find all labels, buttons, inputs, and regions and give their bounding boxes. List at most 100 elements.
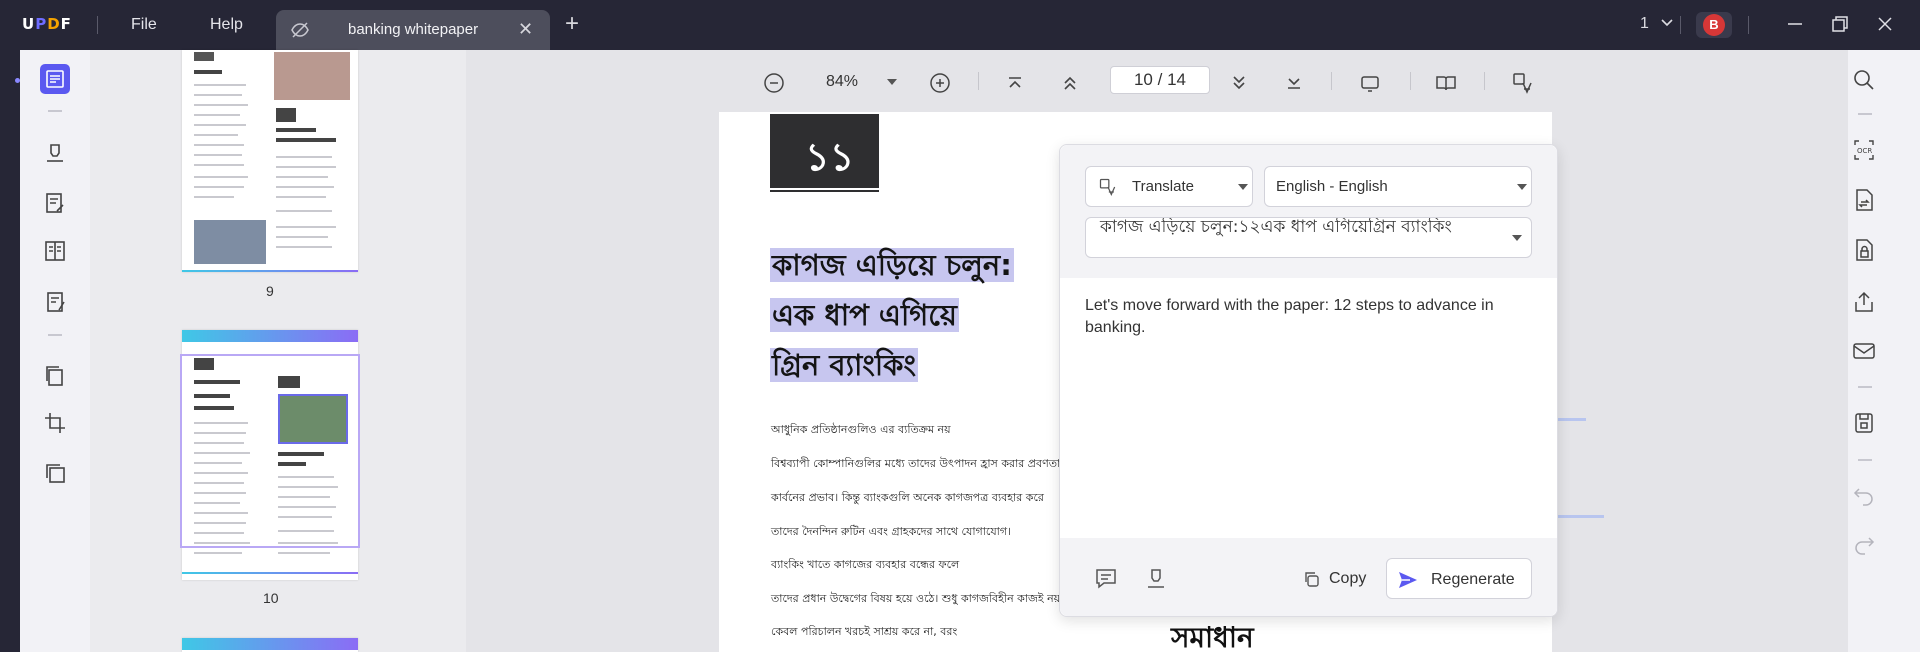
left-strip	[0, 50, 20, 652]
page-display-icon[interactable]	[1434, 71, 1458, 95]
ocr-icon[interactable]: OCR	[1851, 137, 1877, 163]
section-number-box: ১১	[770, 116, 879, 188]
section-number: ১১	[805, 135, 855, 179]
zoom-dropdown-icon[interactable]	[887, 79, 897, 85]
source-text-field[interactable]: কাগজ এড়িয়ে চলুন:১২এক ধাপ এগিয়েগ্রিন ব…	[1085, 217, 1532, 258]
translation-result: Let's move forward with the paper: 12 st…	[1085, 297, 1494, 336]
tab-title: banking whitepaper	[348, 21, 479, 38]
section-heading: সমাধান	[1171, 621, 1254, 652]
close-window-icon[interactable]	[1873, 12, 1897, 36]
total-pages: 14	[1167, 70, 1187, 89]
body-text-line: তাদের দৈনন্দিন রুটিন এবং গ্রাহকদের সাথে …	[771, 525, 1012, 538]
highlighter-icon[interactable]	[41, 139, 69, 167]
zoom-level[interactable]: 84%	[826, 73, 858, 91]
page-thumbnail-11[interactable]	[182, 638, 358, 652]
last-page-icon[interactable]	[1282, 71, 1306, 95]
search-icon[interactable]	[1851, 67, 1877, 93]
chevron-down-icon[interactable]	[1659, 14, 1675, 30]
save-icon[interactable]	[1851, 410, 1877, 436]
decorative-line	[1556, 515, 1604, 518]
translate-icon[interactable]	[1511, 71, 1535, 95]
copy-label: Copy	[1329, 570, 1367, 587]
organize-pages-icon[interactable]	[41, 362, 69, 390]
edit-pdf-icon[interactable]	[41, 189, 69, 217]
thumbnail-label-9: 9	[266, 283, 274, 299]
divider	[1748, 16, 1749, 34]
heading-line-2[interactable]: এক ধাপ এগিয়ে	[770, 295, 959, 335]
body-text-line: তাদের প্রধান উদ্বেগের বিষয় হয়ে ওঠে। শু…	[771, 592, 1064, 605]
source-text: কাগজ এড়িয়ে চলুন:১২এক ধাপ এগিয়েগ্রিন ব…	[1100, 217, 1452, 237]
heading-line-3[interactable]: গ্রিন ব্যাংকিং	[770, 345, 918, 385]
crop-icon[interactable]	[41, 409, 69, 437]
translate-popup: Translate English - English কাগজ এড়িয়ে…	[1059, 144, 1558, 617]
menu-help[interactable]: Help	[210, 16, 243, 34]
form-icon[interactable]	[41, 237, 69, 265]
regenerate-label: Regenerate	[1431, 571, 1515, 588]
first-page-icon[interactable]	[1003, 71, 1027, 95]
chevron-down-icon	[1512, 235, 1522, 241]
updf-logo: UPDF	[22, 15, 72, 33]
copy-button[interactable]: Copy	[1302, 564, 1392, 594]
thumbnail-image	[274, 52, 350, 100]
convert-icon[interactable]	[1851, 187, 1877, 213]
divider	[97, 16, 98, 34]
language-dropdown[interactable]: English - English	[1264, 166, 1532, 207]
protect-icon[interactable]	[1851, 237, 1877, 263]
email-icon[interactable]	[1851, 338, 1877, 364]
language-label: English - English	[1276, 178, 1388, 195]
zoom-in-icon[interactable]	[928, 71, 952, 95]
redo-icon[interactable]	[1851, 530, 1877, 556]
avatar[interactable]: B	[1696, 12, 1732, 38]
share-icon[interactable]	[1851, 289, 1877, 315]
page-input[interactable]: 10 / 14	[1110, 66, 1210, 94]
body-text-line: ব্যাংকিং খাতে কাগজের ব্যবহার বন্ধের ফলে	[771, 558, 960, 571]
copy-icon	[1302, 570, 1320, 588]
zoom-out-icon[interactable]	[762, 71, 786, 95]
avatar-initial: B	[1703, 14, 1725, 36]
title-bar: UPDF File Help banking whitepaper ✕ + 1 …	[0, 0, 1920, 50]
menu-file[interactable]: File	[131, 16, 157, 34]
divider	[1858, 386, 1872, 388]
regenerate-button[interactable]: Regenerate	[1386, 558, 1532, 599]
comment-icon[interactable]	[1093, 565, 1119, 591]
thumbnail-image	[194, 220, 266, 264]
thumbnail-label-10: 10	[263, 590, 279, 606]
next-page-icon[interactable]	[1227, 71, 1251, 95]
sign-icon[interactable]	[41, 288, 69, 316]
chevron-down-icon	[1517, 184, 1527, 190]
restore-icon[interactable]	[1828, 12, 1852, 36]
decorative-line	[1556, 418, 1586, 421]
thumbnail-header-bar	[182, 638, 358, 650]
divider	[1858, 113, 1872, 115]
hidden-eye-icon	[290, 21, 310, 39]
decorative-line	[770, 190, 879, 192]
divider	[1858, 459, 1872, 461]
chevron-down-icon	[1238, 184, 1248, 190]
page-thumbnail-9[interactable]	[182, 50, 358, 272]
heading-line-1[interactable]: কাগজ এড়িয়ে চলুন:	[770, 245, 1014, 285]
divider	[1484, 72, 1485, 90]
mode-dropdown[interactable]: Translate	[1085, 166, 1253, 207]
reader-mode-icon[interactable]	[40, 64, 70, 94]
page-indicator: 1	[1640, 15, 1649, 32]
mode-label: Translate	[1132, 178, 1194, 195]
prev-page-icon[interactable]	[1058, 71, 1082, 95]
highlighter-icon[interactable]	[1143, 565, 1169, 591]
minimize-icon[interactable]	[1783, 12, 1807, 36]
presentation-icon[interactable]	[1358, 71, 1382, 95]
divider	[48, 110, 62, 112]
body-text-line: কেবল পরিচালন খরচই সাশ্রয় করে না, বরং	[771, 625, 958, 638]
close-tab-icon[interactable]: ✕	[518, 19, 533, 40]
undo-icon[interactable]	[1851, 481, 1877, 507]
send-icon	[1397, 569, 1419, 591]
body-text-line: কার্বনের প্রভাব। কিন্তু ব্যাংকগুলি অনেক …	[771, 491, 1044, 504]
body-text-line: বিশ্বব্যাপী কোম্পানিগুলির মধ্যে তাদের উৎ…	[771, 457, 1061, 470]
page-separator: /	[1157, 70, 1163, 89]
thumbnail-header-bar	[182, 330, 358, 342]
divider	[978, 72, 979, 90]
document-tab[interactable]: banking whitepaper ✕	[276, 10, 550, 50]
divider	[1680, 16, 1681, 34]
new-tab-icon[interactable]: +	[565, 12, 579, 36]
layers-icon[interactable]	[41, 459, 69, 487]
thumbnail-footer-bar	[182, 572, 358, 574]
